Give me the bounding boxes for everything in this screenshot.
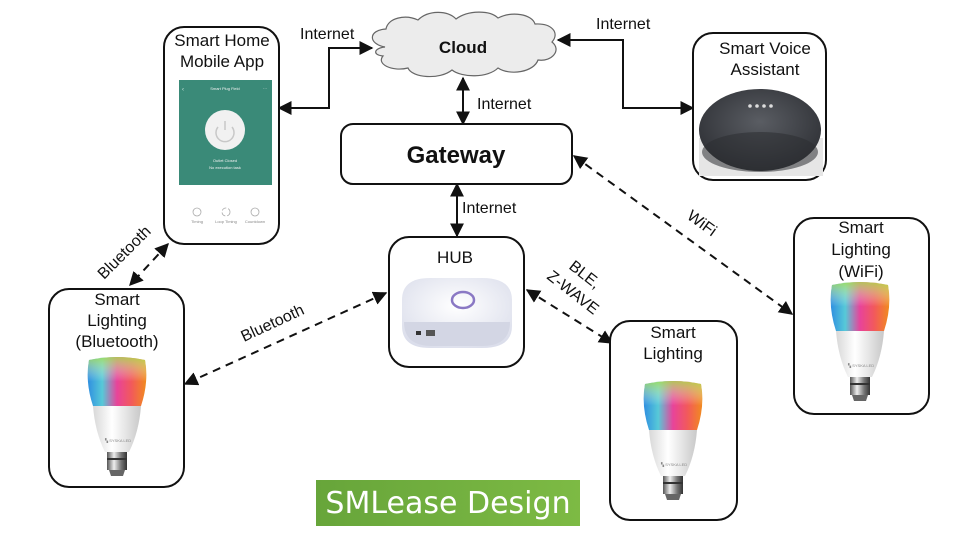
voice-assistant-label-line1: Smart Voice [719, 39, 811, 58]
back-icon: ‹ [182, 87, 184, 93]
lighting-node: Smart Lighting [609, 320, 738, 521]
edge-label-bluetooth: Bluetooth [239, 302, 307, 346]
voice-assistant-label-line2: Assistant [731, 60, 800, 79]
lighting-wifi-label-line3: (WiFi) [838, 262, 883, 281]
edge-hub-bluetooth-lighting: Bluetooth [183, 291, 388, 386]
edge-app-bluetooth-lighting: Bluetooth [95, 223, 169, 287]
more-icon: ··· [263, 86, 267, 91]
voice-assistant-node: Smart Voice Assistant [692, 32, 827, 181]
hub-node: HUB [388, 236, 525, 368]
lighting-label-line2: Lighting [643, 344, 703, 363]
app-action-loop-timing: Loop Timing [215, 219, 237, 224]
lighting-bluetooth-label-line3: (Bluetooth) [75, 332, 158, 351]
lighting-bluetooth-label-line2: Lighting [87, 311, 147, 330]
mobile-app-label-line1: Smart Home [174, 31, 269, 50]
edge-label-bluetooth: Bluetooth [95, 223, 155, 283]
edge-hub-lighting: BLE, Z-WAVE [525, 258, 614, 344]
smart-speaker-icon [699, 89, 823, 176]
brand-logo: SMLease Design [316, 480, 580, 526]
mobile-app-label-line2: Mobile App [180, 52, 264, 71]
edge-label-internet: Internet [477, 96, 532, 113]
lighting-wifi-node: Smart Lighting (WiFi) [793, 217, 930, 415]
lighting-wifi-label-line2: Lighting [831, 240, 891, 259]
edge-label-internet: Internet [462, 200, 517, 217]
edge-label-internet: Internet [596, 16, 651, 33]
mobile-app-node: Smart Home Mobile App ‹ Smart Plug Field… [163, 26, 280, 245]
gateway-node: Gateway [340, 123, 573, 185]
edge-cloud-gateway: Internet [456, 76, 532, 126]
lighting-wifi-label-line1: Smart [838, 218, 884, 237]
cloud-label: Cloud [439, 38, 487, 57]
diagram-canvas: ▚ SYSKA LED Internet Internet Internet I… [0, 0, 960, 540]
app-screen-title: Smart Plug Field [210, 86, 240, 91]
app-substatus: No execution task [209, 165, 241, 170]
gateway-label: Gateway [407, 142, 506, 169]
diagram-svg: ▚ SYSKA LED Internet Internet Internet I… [48, 11, 930, 521]
lighting-bluetooth-label-line1: Smart [94, 290, 140, 309]
edge-app-cloud: Internet [277, 26, 374, 115]
app-action-countdown: Countdown [245, 219, 265, 224]
lighting-bluetooth-node: Smart Lighting (Bluetooth) [48, 288, 185, 488]
app-status: Outlet Closed [213, 158, 237, 163]
cloud-node: Cloud [371, 11, 557, 78]
hub-label: HUB [437, 248, 473, 267]
edge-gateway-hub: Internet [450, 182, 517, 238]
edge-voice-cloud: Internet [556, 16, 695, 115]
app-action-timing: Timing [191, 219, 203, 224]
brand-text: SMLease Design [325, 485, 571, 521]
lighting-label-line1: Smart [650, 323, 696, 342]
edge-label-internet: Internet [300, 26, 355, 43]
hub-device-icon [402, 278, 512, 348]
edge-label-wifi: WiFi [684, 207, 720, 240]
app-screenshot: ‹ Smart Plug Field ··· Outlet Closed No … [179, 80, 272, 185]
